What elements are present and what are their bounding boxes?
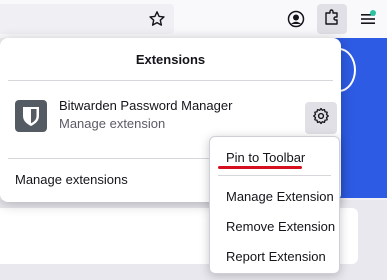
panel-title: Extensions: [135, 52, 206, 67]
report-extension-item[interactable]: Report Extension: [226, 249, 326, 264]
annotation-underline: [218, 166, 302, 169]
gear-icon: [312, 107, 330, 130]
puzzle-icon: [323, 8, 341, 31]
manage-extension-item[interactable]: Manage Extension: [226, 189, 334, 204]
manage-extensions-link[interactable]: Manage extensions: [15, 172, 128, 187]
menu-separator: [218, 175, 331, 176]
extensions-button[interactable]: [317, 4, 347, 34]
bitwarden-shield-icon: [15, 100, 47, 132]
panel-divider: [8, 80, 333, 81]
extension-context-menu: Pin to Toolbar Manage Extension Remove E…: [209, 136, 340, 274]
pin-to-toolbar-item[interactable]: Pin to Toolbar: [226, 150, 305, 165]
star-icon[interactable]: [146, 8, 168, 30]
browser-toolbar: [0, 0, 387, 38]
extension-subtitle[interactable]: Manage extension: [59, 116, 165, 131]
remove-extension-item[interactable]: Remove Extension: [226, 219, 335, 234]
extension-settings-button[interactable]: [305, 102, 337, 134]
account-icon[interactable]: [285, 8, 307, 30]
extension-name: Bitwarden Password Manager: [59, 98, 233, 113]
notification-dot: [370, 10, 376, 16]
